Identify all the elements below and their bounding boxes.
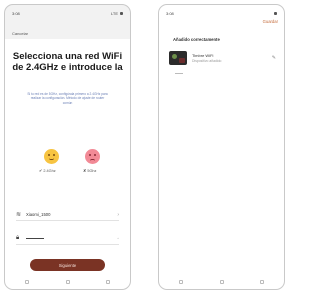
eye-icon[interactable]: ◦ — [117, 236, 119, 242]
edit-pencil-icon[interactable]: ✎ — [272, 55, 276, 61]
nav-back-icon[interactable] — [260, 280, 264, 284]
nav-menu-icon[interactable] — [179, 280, 183, 284]
system-nav-bar — [25, 279, 110, 285]
system-nav-bar — [179, 279, 264, 285]
device-name: Timbre WiFi — [192, 53, 214, 58]
status-time: 3:08 — [12, 11, 20, 16]
nav-home-icon[interactable] — [219, 280, 224, 284]
wifi-icon: ≋ — [16, 212, 22, 218]
device-thumbnail-icon — [169, 51, 187, 65]
device-status: Dispositivo añadido — [192, 59, 222, 63]
happy-face-icon — [44, 149, 59, 164]
password-value — [26, 236, 117, 241]
device-row[interactable]: Timbre WiFi Dispositivo añadido ✎ — [169, 49, 276, 67]
next-button[interactable]: Siguiente — [30, 259, 105, 271]
battery-icon — [274, 12, 277, 15]
battery-icon — [120, 12, 123, 15]
sad-face-icon — [85, 149, 100, 164]
page-title: Selecciona una red WiFi de 2.4GHz e intr… — [12, 51, 123, 73]
section-title: Añadido correctamente — [173, 37, 220, 42]
done-button[interactable]: Guardar — [263, 19, 278, 24]
password-field[interactable]: 🔒︎ ◦ — [16, 233, 119, 245]
network-type: LTE — [110, 11, 118, 16]
nav-home-icon[interactable] — [65, 280, 70, 284]
wifi-network-field[interactable]: ≋ Xiaomi_1500 › — [16, 209, 119, 221]
status-bar: 3:08 LTE — [12, 10, 123, 17]
chevron-right-icon: › — [117, 211, 119, 218]
instructions-text: Si tu red es de 5GHz, configúrala primer… — [27, 92, 108, 105]
wifi-setup-card: Selecciona una red WiFi de 2.4GHz e intr… — [12, 41, 123, 271]
band-24ghz-label: ✔ 2.4Ghz — [39, 168, 56, 173]
band-5ghz-label: ✘ 5Ghz — [83, 168, 97, 173]
phone-device-added: 3:08 Guardar Añadido correctamente Timbr… — [158, 4, 285, 290]
lock-icon: 🔒︎ — [16, 235, 20, 241]
thumbs-up-icon: ✔ — [39, 168, 43, 173]
nav-back-icon[interactable] — [106, 280, 110, 284]
divider — [175, 73, 183, 74]
phone-wifi-setup: 3:08 LTE Cancelar Selecciona una red WiF… — [4, 4, 131, 290]
status-icons: LTE — [111, 11, 123, 16]
status-time: 3:08 — [166, 11, 174, 16]
status-icons — [274, 12, 277, 15]
cancel-link[interactable]: Cancelar — [12, 31, 28, 36]
nav-menu-icon[interactable] — [25, 280, 29, 284]
status-bar: 3:08 — [166, 10, 277, 17]
cross-icon: ✘ — [83, 168, 87, 173]
wifi-name: Xiaomi_1500 — [26, 212, 51, 217]
device-info: Timbre WiFi Dispositivo añadido — [192, 53, 272, 63]
